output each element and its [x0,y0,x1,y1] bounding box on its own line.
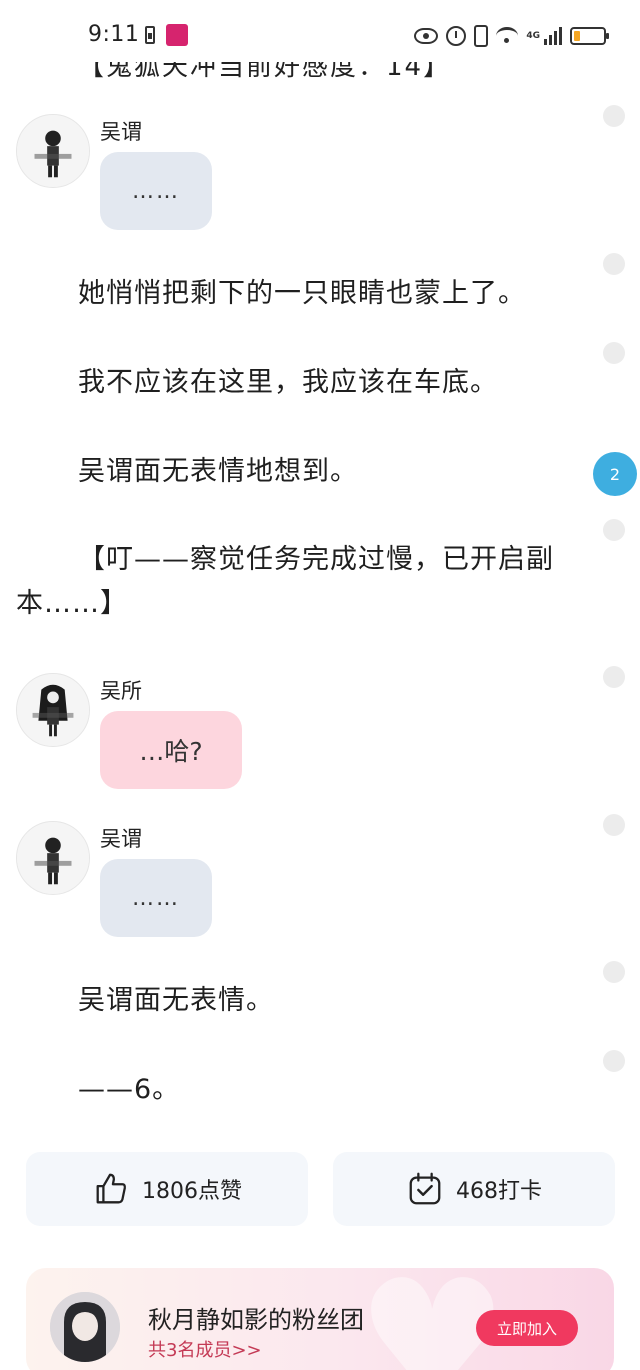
chat-bubble: …… [100,859,212,937]
vibrate-icon [474,25,489,47]
fan-club-title: 秋月静如影的粉丝团 [148,1306,364,1334]
checkin-count: 468打卡 [456,1179,542,1204]
wifi-icon [496,27,519,45]
story-paragraph: 吴谓面无表情地想到。 [78,456,358,487]
battery-icon [570,27,609,45]
story-paragraph: 她悄悄把剩下的一只眼睛也蒙上了。 [78,278,526,309]
status-time: 9:11 [88,22,140,47]
battery-saver-icon [145,26,155,44]
comment-dot-icon[interactable] [603,666,625,688]
status-bar: 9:11 4G [0,0,640,62]
join-fan-club-button[interactable]: 立即加入 [476,1310,578,1346]
story-paragraph: 我不应该在这里，我应该在车底。 [78,367,498,398]
app-notification-icon [166,24,188,46]
fan-club-avatar [50,1292,120,1362]
fan-club-card[interactable]: ♥ 秋月静如影的粉丝团 共3名成员>> 立即加入 [26,1268,614,1370]
chat-sender-name: 吴谓 [100,120,142,144]
comment-dot-icon[interactable] [603,961,625,983]
comment-dot-icon[interactable] [603,105,625,127]
avatar[interactable] [16,114,90,188]
comment-dot-icon[interactable] [603,519,625,541]
chat-bubble: …哈? [100,711,242,789]
comment-dot-icon[interactable] [603,814,625,836]
thumbs-up-icon [96,1173,126,1204]
eye-icon [414,28,439,44]
fan-club-members-link[interactable]: 共3名成员>> [148,1336,262,1362]
comment-dot-icon[interactable] [603,1050,625,1072]
battery-level-fill [574,31,580,41]
avatar[interactable] [16,673,90,747]
chat-message: 吴所 …哈? [16,673,576,793]
chat-sender-name: 吴谓 [100,827,142,851]
signal-icon [544,27,562,45]
comment-count-badge[interactable]: 2 [593,452,637,496]
story-paragraph: ——6。 [78,1074,181,1105]
story-paragraph: 【叮——察觉任务完成过慢，已开启副 本……】 [16,544,554,619]
status-icons: 4G [414,22,609,50]
chat-sender-name: 吴所 [100,679,142,703]
like-count: 1806点赞 [142,1179,242,1204]
chat-message: 吴谓 …… [16,821,576,941]
checkin-button[interactable]: 468打卡 [333,1152,615,1226]
chat-message: 吴谓 …… [16,114,576,234]
calendar-check-icon [409,1172,441,1205]
alarm-icon [446,26,467,46]
comment-dot-icon[interactable] [603,342,625,364]
comment-dot-icon[interactable] [603,253,625,275]
network-type-label: 4G [526,31,540,41]
chat-bubble: …… [100,152,212,230]
avatar[interactable] [16,821,90,895]
story-paragraph: 吴谓面无表情。 [78,985,274,1016]
like-button[interactable]: 1806点赞 [26,1152,308,1226]
